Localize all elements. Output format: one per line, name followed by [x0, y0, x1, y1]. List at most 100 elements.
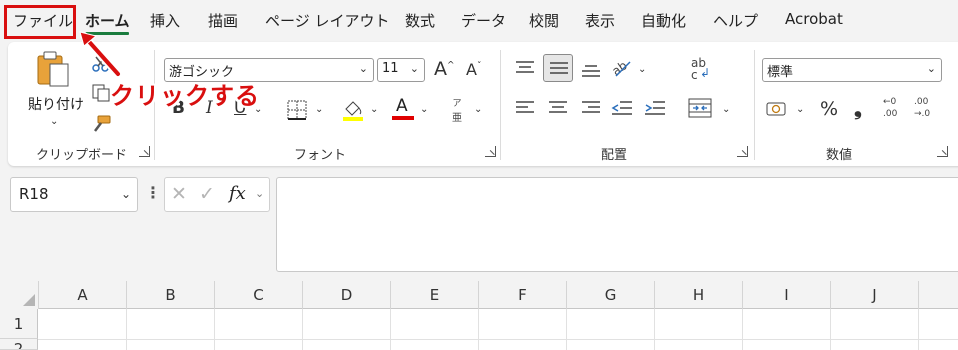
alignment-launcher-icon[interactable] [737, 146, 748, 157]
font-color-button[interactable]: A [392, 94, 414, 122]
increase-indent-icon[interactable] [644, 99, 666, 117]
insert-function-button[interactable]: fx [229, 183, 246, 204]
group-separator [754, 50, 755, 160]
column-header-partial[interactable] [918, 281, 958, 309]
orientation-dropdown-chevron-icon[interactable]: ⌄ [638, 64, 646, 75]
group-separator [500, 50, 501, 160]
phonetic-top-text: ア [452, 99, 462, 109]
increase-decimal-button[interactable]: ←0 .00 [883, 96, 909, 124]
tab-file[interactable]: ファイル [13, 10, 73, 31]
borders-icon[interactable] [287, 100, 307, 120]
wrap-arrow-icon: ↲ [700, 66, 711, 80]
column-header[interactable]: C [214, 281, 302, 309]
paste-icon[interactable] [34, 50, 74, 88]
comma-style-button[interactable]: ❟ [854, 98, 862, 118]
decrease-indent-icon[interactable] [611, 99, 633, 117]
row-header[interactable]: 2 [0, 339, 38, 350]
formula-input[interactable] [276, 177, 958, 272]
accounting-dropdown-chevron-icon[interactable]: ⌄ [796, 104, 804, 115]
tab-acrobat[interactable]: Acrobat [785, 10, 843, 28]
column-header[interactable]: J [830, 281, 918, 309]
paste-button[interactable]: 貼り付け [28, 94, 84, 114]
column-header[interactable]: F [478, 281, 566, 309]
align-bottom-icon[interactable] [581, 64, 601, 80]
accounting-format-icon[interactable] [766, 100, 788, 118]
decrease-font-size-button[interactable]: Aˇ [466, 62, 481, 78]
column-gridline [126, 309, 127, 350]
ribbon-tab-bar: ファイル ホーム 挿入 描画 ページ レイアウト 数式 データ 校閲 表示 自動… [0, 0, 958, 42]
phonetic-bottom-text: 亜 [452, 113, 462, 124]
enter-check-icon[interactable]: ✓ [199, 183, 215, 205]
select-all-corner[interactable] [0, 281, 38, 309]
tab-data[interactable]: データ [461, 10, 506, 31]
shrink-font-letter: A [466, 60, 477, 79]
worksheet-grid: A B C D E F G H I J 1 2 [0, 281, 958, 350]
column-gridline [390, 309, 391, 350]
tab-insert[interactable]: 挿入 [150, 10, 180, 31]
fill-color-dropdown-chevron-icon[interactable]: ⌄ [370, 104, 378, 115]
tab-page-layout[interactable]: ページ レイアウト [265, 10, 389, 31]
font-color-dropdown-chevron-icon[interactable]: ⌄ [420, 104, 428, 115]
tab-view[interactable]: 表示 [585, 10, 615, 31]
font-size-value: 11 [382, 61, 399, 76]
align-center-icon[interactable] [548, 100, 568, 116]
increase-font-size-button[interactable]: A^ [434, 60, 455, 79]
decrease-decimal-button[interactable]: .00 →.0 [914, 96, 940, 124]
align-right-icon[interactable] [581, 100, 601, 116]
tab-automate[interactable]: 自動化 [641, 10, 686, 31]
font-size-select[interactable]: 11 ⌄ [377, 58, 425, 82]
name-box[interactable]: R18 ⌄ [10, 177, 138, 212]
more-options-icon[interactable]: ⋮ [145, 183, 161, 202]
fill-color-icon[interactable] [342, 98, 364, 122]
tab-help[interactable]: ヘルプ [713, 10, 758, 31]
number-format-value: 標準 [767, 65, 794, 80]
align-top-icon[interactable] [515, 60, 535, 76]
column-header[interactable]: D [302, 281, 390, 309]
wrap-text-c: c [691, 68, 698, 82]
tab-formulas[interactable]: 数式 [405, 10, 435, 31]
align-middle-button[interactable] [543, 54, 573, 82]
font-color-letter: A [396, 96, 408, 116]
column-header[interactable]: G [566, 281, 654, 309]
chevron-down-icon: ⌄ [120, 187, 131, 201]
merge-dropdown-chevron-icon[interactable]: ⌄ [722, 104, 730, 115]
column-gridline [302, 309, 303, 350]
column-header[interactable]: B [126, 281, 214, 309]
phonetic-dropdown-chevron-icon[interactable]: ⌄ [474, 104, 482, 115]
column-header-row: A B C D E F G H I J [0, 281, 958, 309]
clipboard-group-label: クリップボード [36, 148, 128, 163]
column-header[interactable]: A [38, 281, 126, 309]
percent-style-button[interactable]: % [820, 100, 838, 119]
number-group-label: 数値 [826, 148, 853, 163]
column-gridline [918, 309, 919, 350]
tab-draw[interactable]: 描画 [208, 10, 238, 31]
wrap-text-button[interactable]: ab c ↲ [688, 54, 712, 84]
chevron-down-icon[interactable]: ⌄ [255, 187, 264, 200]
row-header[interactable]: 1 [0, 309, 38, 339]
chevron-down-icon: ⌄ [926, 62, 936, 75]
paste-dropdown-chevron-icon[interactable]: ⌄ [50, 116, 58, 127]
font-group-label: フォント [294, 148, 347, 163]
name-box-value: R18 [19, 185, 49, 203]
column-gridline [478, 309, 479, 350]
column-header[interactable]: H [654, 281, 742, 309]
phonetic-guide-button[interactable]: ア 亜 [448, 96, 466, 124]
copy-icon[interactable] [92, 84, 110, 102]
orientation-icon[interactable]: ab [610, 56, 634, 78]
format-painter-icon[interactable] [90, 114, 112, 134]
borders-dropdown-chevron-icon[interactable]: ⌄ [315, 104, 323, 115]
column-header[interactable]: I [742, 281, 830, 309]
align-left-icon[interactable] [515, 100, 535, 116]
callout-arrow-icon [79, 31, 122, 78]
column-gridline [830, 309, 831, 350]
row-gridline [38, 339, 958, 340]
tab-review[interactable]: 校閲 [529, 10, 559, 31]
merge-center-icon[interactable] [688, 98, 712, 118]
number-launcher-icon[interactable] [937, 146, 948, 157]
column-header[interactable]: E [390, 281, 478, 309]
font-launcher-icon[interactable] [485, 146, 496, 157]
number-format-select[interactable]: 標準 ⌄ [762, 58, 942, 82]
cancel-icon[interactable]: ✕ [171, 183, 187, 205]
clipboard-launcher-icon[interactable] [139, 146, 150, 157]
chevron-down-icon: ⌄ [409, 62, 419, 75]
